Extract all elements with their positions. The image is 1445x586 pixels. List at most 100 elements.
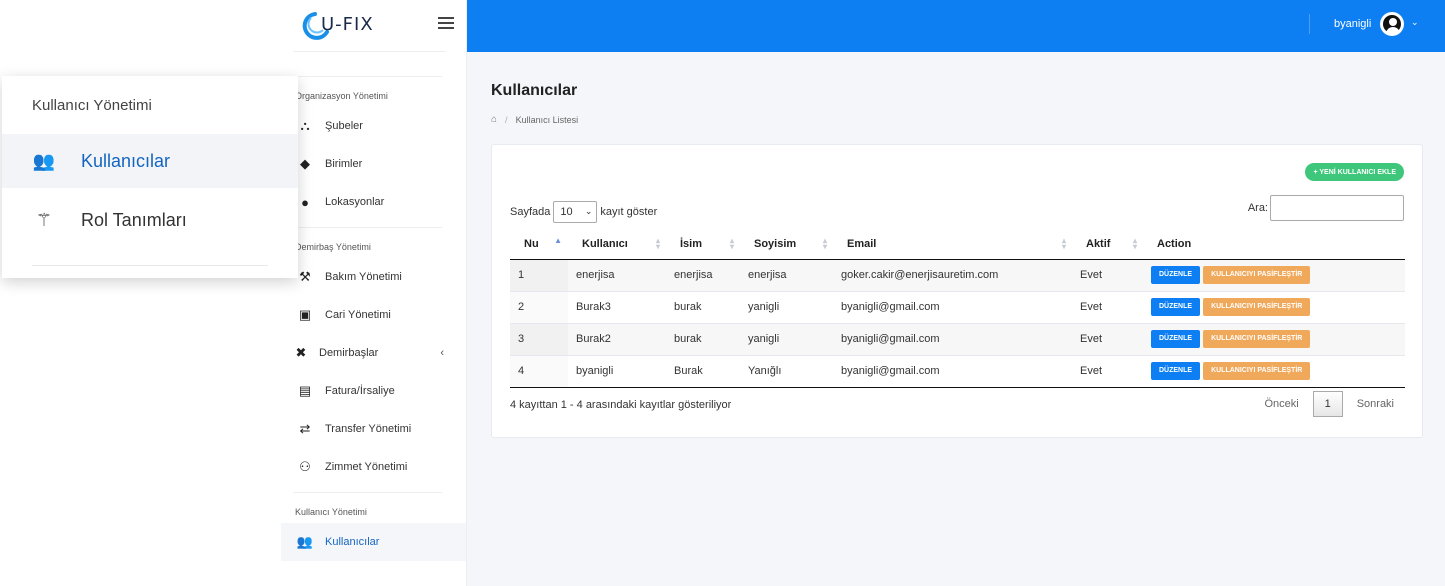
cell-nu: 2 xyxy=(510,290,568,323)
deactivate-user-button[interactable]: KULLANICIYI PASİFLEŞTİR xyxy=(1203,266,1311,284)
building-icon: ◆ xyxy=(300,156,310,171)
breadcrumb: ⌂ / Kullanıcı Listesi xyxy=(491,114,578,125)
cell-isim: Burak xyxy=(666,354,740,388)
sidebar-item-label: Şubeler xyxy=(325,120,363,132)
sidebar-item-cari[interactable]: ▣ Cari Yönetimi xyxy=(281,296,466,334)
previous-page-button[interactable]: Önceki xyxy=(1264,398,1298,410)
edit-button[interactable]: DÜZENLE xyxy=(1151,298,1201,316)
page-button-1[interactable]: 1 xyxy=(1312,391,1343,417)
sidebar-item-demirbaslar[interactable]: ✖ Demirbaşlar ‹ xyxy=(281,334,466,372)
invoice-icon: ▤ xyxy=(298,383,312,398)
submenu-item-label: Rol Tanımları xyxy=(81,209,187,230)
submenu-item-rol-tanimlari[interactable]: ⚚ Rol Tanımları xyxy=(2,193,298,247)
sidebar-item-kullanicilar[interactable]: 👥 Kullanıcılar xyxy=(281,523,466,561)
cell-kullanici: Burak3 xyxy=(568,290,666,323)
brand: U-FIX xyxy=(293,0,454,52)
sidebar-item-bakim[interactable]: ⚒ Bakım Yönetimi xyxy=(281,258,466,296)
breadcrumb-current: Kullanıcı Listesi xyxy=(515,114,579,125)
deactivate-user-button[interactable]: KULLANICIYI PASİFLEŞTİR xyxy=(1203,362,1311,380)
cell-soyisim: yanigli xyxy=(740,322,833,355)
address-card-icon: ▣ xyxy=(298,307,312,322)
cell-nu: 4 xyxy=(510,354,568,388)
cell-action: DÜZENLE KULLANICIYI PASİFLEŞTİR xyxy=(1143,354,1405,388)
column-header-nu[interactable]: Nu ▲ xyxy=(510,229,568,260)
cell-kullanici: Burak2 xyxy=(568,322,666,355)
cell-aktif: Evet xyxy=(1072,258,1143,291)
sidebar-item-lokasyonlar[interactable]: ● Lokasyonlar xyxy=(281,183,466,221)
submenu-item-label: Kullanıcılar xyxy=(81,150,171,171)
users-icon: 👥 xyxy=(32,150,56,171)
column-header-email[interactable]: Email ▴ ▾ xyxy=(833,229,1072,260)
home-icon[interactable]: ⌂ xyxy=(491,114,497,125)
table-row: 2 Burak3 burak yanigli byanigli@gmail.co… xyxy=(510,290,1405,323)
submenu-title: Kullanıcı Yönetimi xyxy=(32,97,152,114)
deactivate-user-button[interactable]: KULLANICIYI PASİFLEŞTİR xyxy=(1203,330,1311,348)
sidebar-item-label: Transfer Yönetimi xyxy=(325,423,412,435)
sort-icon: ▴ ▾ xyxy=(1061,236,1066,251)
column-header-soyisim[interactable]: Soyisim ▴ ▾ xyxy=(740,229,833,260)
page-length-select[interactable]: 10 ⌄ xyxy=(553,201,598,223)
sidebar-item-label: Zimmet Yönetimi xyxy=(325,461,408,473)
add-user-button[interactable]: + YENİ KULLANICI EKLE xyxy=(1305,163,1404,181)
divider xyxy=(32,265,268,266)
tools-icon: ✖ xyxy=(295,345,307,360)
sidebar-item-transfer[interactable]: ⇄ Transfer Yönetimi xyxy=(281,410,466,448)
hammer-icon: ⚒ xyxy=(299,269,311,284)
page-title: Kullanıcılar xyxy=(491,82,578,99)
table-header-row: Nu ▲ Kullanıcı ▴ ▾ İsim ▴ ▾ Soyisim ▴ ▾ Email ▴ ▾… xyxy=(510,229,1405,260)
cell-soyisim: Yanığlı xyxy=(740,354,833,388)
sort-icon: ▴ ▾ xyxy=(1132,236,1137,251)
username[interactable]: byanigli xyxy=(1334,18,1371,30)
sidebar-item-zimmet[interactable]: ⚇ Zimmet Yönetimi xyxy=(281,448,466,486)
map-marker-icon: ● xyxy=(301,194,309,210)
cell-isim: burak xyxy=(666,322,740,355)
sidebar-item-birimler[interactable]: ◆ Birimler xyxy=(281,145,466,183)
avatar[interactable] xyxy=(1380,12,1404,36)
sidebar-item-label: Birimler xyxy=(325,158,363,170)
topbar: byanigli ⌄ xyxy=(467,0,1445,52)
deactivate-user-button[interactable]: KULLANICIYI PASİFLEŞTİR xyxy=(1203,298,1311,316)
submenu-item-kullanicilar[interactable]: 👥 Kullanıcılar xyxy=(2,134,298,188)
chevron-left-icon: ‹ xyxy=(440,347,444,359)
breadcrumb-separator: / xyxy=(505,114,508,125)
exchange-icon: ⇄ xyxy=(299,421,311,436)
cell-aktif: Evet xyxy=(1072,290,1143,323)
hamburger-menu-icon[interactable] xyxy=(438,17,454,31)
column-header-aktif[interactable]: Aktif ▴ ▾ xyxy=(1072,229,1143,260)
cell-action: DÜZENLE KULLANICIYI PASİFLEŞTİR xyxy=(1143,290,1405,323)
sort-icon: ▴ ▾ xyxy=(655,236,660,251)
chevron-down-icon: ⌄ xyxy=(584,206,593,216)
page-length-control: Sayfada 10 ⌄ kayıt göster xyxy=(510,201,657,223)
column-header-action: Action xyxy=(1143,229,1405,260)
edit-button[interactable]: DÜZENLE xyxy=(1151,362,1201,380)
sort-icon: ▴ ▾ xyxy=(822,236,827,251)
sidebar-item-label: Demirbaşlar xyxy=(319,347,379,359)
cell-isim: burak xyxy=(666,290,740,323)
edit-button[interactable]: DÜZENLE xyxy=(1151,266,1201,284)
main-content: Kullanıcılar ⌂ / Kullanıcı Listesi + YEN… xyxy=(467,52,1445,586)
sidebar-item-label: Lokasyonlar xyxy=(325,196,385,208)
table-row: 3 Burak2 burak yanigli byanigli@gmail.co… xyxy=(510,322,1405,355)
next-page-button[interactable]: Sonraki xyxy=(1357,398,1394,410)
sidebar-item-subeler[interactable]: ⛬ Şubeler xyxy=(281,107,466,145)
sidebar-item-fatura[interactable]: ▤ Fatura/İrsaliye xyxy=(281,372,466,410)
people-arrows-icon: ⚇ xyxy=(299,459,311,474)
cell-action: DÜZENLE KULLANICIYI PASİFLEŞTİR xyxy=(1143,258,1405,291)
page-length-suffix: kayıt göster xyxy=(600,206,658,218)
page-length-value: 10 xyxy=(560,206,573,218)
sort-icon: ▴ ▾ xyxy=(729,236,734,251)
column-header-kullanici[interactable]: Kullanıcı ▴ ▾ xyxy=(568,229,666,260)
edit-button[interactable]: DÜZENLE xyxy=(1151,330,1201,348)
cell-nu: 1 xyxy=(510,258,568,291)
cell-email: byanigli@gmail.com xyxy=(833,322,1072,355)
cell-email: goker.cakir@enerjisauretim.com xyxy=(833,258,1072,291)
search-input[interactable] xyxy=(1270,195,1404,221)
chevron-down-icon[interactable]: ⌄ xyxy=(1411,17,1419,28)
divider xyxy=(1309,14,1310,34)
cell-action: DÜZENLE KULLANICIYI PASİFLEŞTİR xyxy=(1143,322,1405,355)
floating-submenu: Kullanıcı Yönetimi 👥 Kullanıcılar ⚚ Rol … xyxy=(2,76,298,278)
cell-soyisim: yanigli xyxy=(740,290,833,323)
column-header-isim[interactable]: İsim ▴ ▾ xyxy=(666,229,740,260)
search-label: Ara: xyxy=(1247,202,1268,214)
pagination: Önceki 1 Sonraki xyxy=(1264,391,1394,417)
